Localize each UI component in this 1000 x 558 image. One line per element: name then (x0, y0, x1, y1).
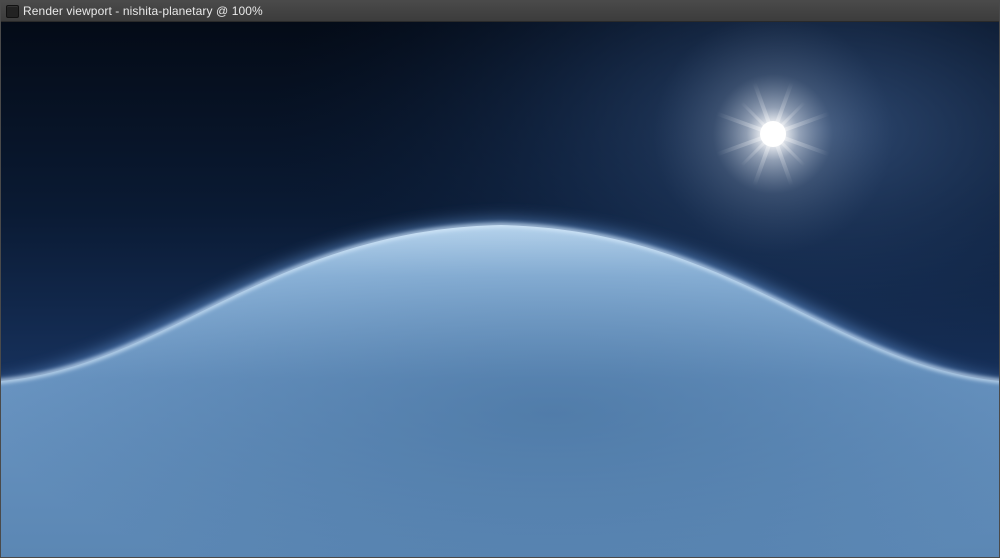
title-bar[interactable]: Render viewport - nishita-planetary @ 10… (1, 1, 999, 22)
sun-core (760, 121, 786, 147)
sun (653, 22, 893, 254)
render-canvas (1, 22, 999, 557)
render-window: Render viewport - nishita-planetary @ 10… (0, 0, 1000, 558)
render-viewport[interactable] (1, 22, 999, 557)
window-title: Render viewport - nishita-planetary @ 10… (23, 4, 263, 18)
window-icon[interactable] (6, 4, 19, 18)
